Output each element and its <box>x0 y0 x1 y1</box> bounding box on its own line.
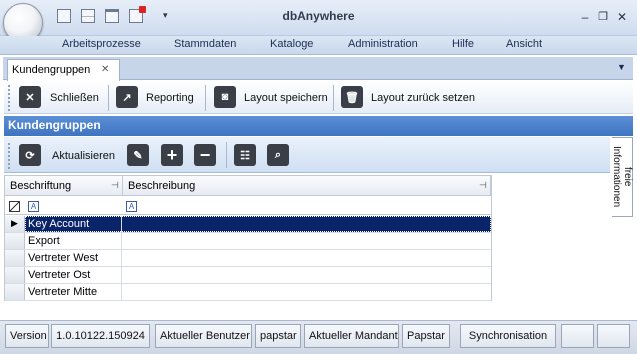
menu-arbeitsprozesse[interactable]: Arbeitsprozesse <box>62 38 141 50</box>
search-icon[interactable]: ⌕ <box>267 144 289 166</box>
tab-list-dropdown-icon[interactable]: ▼ <box>617 62 626 72</box>
camera-icon[interactable]: ◙ <box>214 86 236 108</box>
filter-operator-icon[interactable]: A <box>126 201 137 212</box>
menu-kataloge[interactable]: Kataloge <box>270 38 313 50</box>
tab-label: Kundengruppen <box>12 64 91 76</box>
current-user-label: Aktueller Benutzer <box>155 324 252 348</box>
row-selector[interactable] <box>5 284 25 300</box>
close-icon[interactable]: ✕ <box>19 86 41 108</box>
table-row[interactable]: ▶ Key Account <box>5 216 491 233</box>
pin-icon[interactable]: ⊣ <box>479 180 487 191</box>
table-row[interactable]: Vertreter Mitte <box>5 284 491 301</box>
row-selector[interactable] <box>5 267 25 283</box>
restore-button[interactable]: ❐ <box>597 11 609 23</box>
menu-ansicht[interactable]: Ansicht <box>506 38 542 50</box>
filter-operator-icon[interactable]: A <box>28 201 39 212</box>
status-panel-empty <box>597 324 630 348</box>
current-client-value: Papstar <box>402 324 450 348</box>
toolbar-grip[interactable] <box>8 143 12 169</box>
pin-icon[interactable]: ⊣ <box>111 180 119 191</box>
trash-icon[interactable]: 🗑 <box>341 86 363 108</box>
close-button[interactable]: ✕ <box>616 11 628 23</box>
add-icon[interactable]: + <box>161 144 183 166</box>
refresh-button[interactable]: Aktualisieren <box>52 150 115 162</box>
version-value: 1.0.10122.150924 <box>51 324 150 348</box>
tab-close-icon[interactable]: ✕ <box>101 64 109 75</box>
column-header-beschreibung[interactable]: Beschreibung <box>123 176 491 196</box>
edit-icon[interactable]: ✎ <box>127 144 149 166</box>
menu-hilfe[interactable]: Hilfe <box>452 38 474 50</box>
version-label: Version <box>5 324 49 348</box>
synchronisation-button[interactable]: Synchronisation <box>460 324 556 348</box>
menu-administration[interactable]: Administration <box>348 38 418 50</box>
current-client-label: Aktueller Mandant <box>304 324 399 348</box>
row-selector[interactable] <box>5 250 25 266</box>
reset-layout-button[interactable]: Layout zurück setzen <box>371 92 475 104</box>
side-panel-label: freie Informationen <box>611 146 633 208</box>
window-title: dbAnywhere <box>282 9 355 23</box>
tree-view-icon[interactable]: ☷ <box>234 144 256 166</box>
cell-beschriftung[interactable]: Export <box>25 233 122 249</box>
column-header-beschriftung[interactable]: Beschriftung <box>5 176 123 196</box>
table-row[interactable]: Vertreter West <box>5 250 491 267</box>
reporting-button[interactable]: Reporting <box>146 92 194 104</box>
reporting-icon[interactable]: ↗ <box>116 86 138 108</box>
section-title: Kundengruppen <box>8 118 101 132</box>
row-selector[interactable]: ▶ <box>5 216 25 232</box>
row-selector[interactable] <box>5 233 25 249</box>
toolbar-grip[interactable] <box>8 85 12 111</box>
filter-row <box>5 197 491 215</box>
table-row[interactable]: Vertreter Ost <box>5 267 491 284</box>
clear-filter-icon[interactable] <box>9 201 20 212</box>
minimize-button[interactable]: – <box>579 11 591 23</box>
cell-beschriftung[interactable]: Vertreter West <box>25 250 122 266</box>
remove-icon[interactable]: − <box>194 144 216 166</box>
table-row[interactable]: Export <box>5 233 491 250</box>
refresh-icon[interactable]: ⟳ <box>19 144 41 166</box>
menu-stammdaten[interactable]: Stammdaten <box>174 38 236 50</box>
cell-beschriftung[interactable]: Vertreter Ost <box>25 267 122 283</box>
cell-beschriftung[interactable]: Vertreter Mitte <box>25 284 122 300</box>
close-tab-button[interactable]: Schließen <box>50 92 99 104</box>
status-panel-empty <box>561 324 594 348</box>
cell-beschriftung[interactable]: Key Account <box>25 216 122 232</box>
current-user-value: papstar <box>255 324 301 348</box>
save-layout-button[interactable]: Layout speichern <box>244 92 328 104</box>
